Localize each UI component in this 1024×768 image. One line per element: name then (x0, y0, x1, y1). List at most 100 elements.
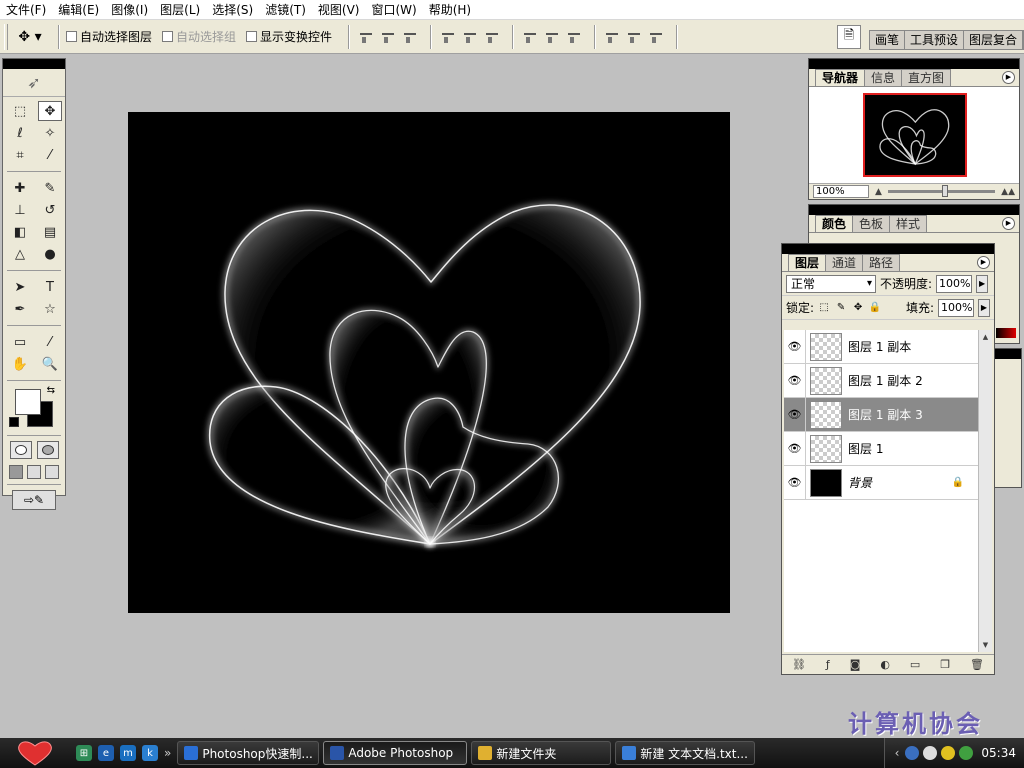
align-hcenter-icon[interactable] (460, 28, 478, 46)
eraser-tool-icon[interactable]: ◧ (8, 222, 32, 242)
tab-color[interactable]: 颜色 (815, 215, 854, 232)
swap-colors-icon[interactable]: ⇆ (47, 385, 55, 396)
layers-scrollbar[interactable]: ▲ ▼ (978, 330, 992, 652)
palette-menu-icon[interactable]: ▶ (1002, 217, 1015, 230)
shape-tool-icon[interactable]: ☆ (38, 299, 62, 319)
full-screen-menu-icon[interactable] (27, 465, 41, 479)
network-icon[interactable] (905, 746, 920, 760)
navigator-zoom-field[interactable]: 100% (813, 185, 869, 198)
gradient-tool-icon[interactable]: ▤ (38, 222, 62, 242)
lock-position-icon[interactable]: ✥ (852, 302, 864, 314)
eye-icon[interactable]: 👁 (784, 465, 806, 500)
tab-info[interactable]: 信息 (864, 69, 903, 86)
tab-styles[interactable]: 样式 (889, 215, 928, 232)
align-top-icon[interactable] (356, 28, 374, 46)
full-screen-icon[interactable] (45, 465, 59, 479)
align-vcenter-icon[interactable] (378, 28, 396, 46)
new-group-icon[interactable]: ▭ (910, 658, 920, 671)
align-bottom-icon[interactable] (400, 28, 418, 46)
palette-well-tab-brushes[interactable]: 画笔 (870, 31, 905, 49)
marquee-tool-icon[interactable]: ⬚ (8, 101, 32, 121)
distribute-top-icon[interactable] (520, 28, 538, 46)
eye-icon[interactable]: 👁 (784, 329, 806, 364)
layer-row[interactable]: 👁 图层 1 副本 2 (784, 363, 980, 398)
standard-mode-icon[interactable] (9, 441, 32, 459)
zoom-in-icon[interactable]: ▲▲ (1001, 187, 1015, 197)
distribute-hcenter-icon[interactable] (624, 28, 642, 46)
menu-layer[interactable]: 图层(L) (154, 0, 206, 20)
palette-menu-icon[interactable]: ▶ (1002, 71, 1015, 84)
lock-pixels-icon[interactable]: ✎ (835, 302, 847, 314)
layer-style-icon[interactable]: ƒ (826, 658, 830, 671)
distribute-right-icon[interactable] (646, 28, 664, 46)
zoom-out-icon[interactable]: ▲ (875, 187, 882, 197)
menu-window[interactable]: 窗口(W) (365, 0, 422, 20)
lasso-tool-icon[interactable]: ℓ (8, 123, 32, 143)
layers-title-bar[interactable] (782, 244, 994, 254)
menu-edit[interactable]: 编辑(E) (52, 0, 105, 20)
history-title-bar[interactable] (991, 349, 1021, 359)
lock-transparency-icon[interactable]: ⬚ (818, 302, 830, 314)
task-button-text-document[interactable]: 新建 文本文档.txt... (615, 741, 756, 765)
type-tool-icon[interactable]: T (38, 277, 62, 297)
eye-icon[interactable]: 👁 (784, 363, 806, 398)
standard-screen-icon[interactable] (9, 465, 23, 479)
shield-icon[interactable] (959, 746, 974, 760)
eye-icon[interactable]: 👁 (784, 397, 806, 432)
color-ramp[interactable] (996, 328, 1016, 338)
distribute-left-icon[interactable] (602, 28, 620, 46)
zoom-tool-icon[interactable]: 🔍 (38, 354, 62, 374)
more-icon[interactable]: » (164, 746, 171, 760)
add-mask-icon[interactable]: ◙ (850, 658, 861, 671)
palette-well-tab-presets[interactable]: 工具预设 (905, 31, 964, 49)
fill-field[interactable]: 100% (938, 298, 974, 317)
layer-row[interactable]: 👁 图层 1 副本 (784, 329, 980, 364)
tab-swatches[interactable]: 色板 (852, 215, 891, 232)
tab-channels[interactable]: 通道 (825, 254, 864, 271)
fill-arrow-icon[interactable]: ▶ (978, 298, 990, 317)
opacity-arrow-icon[interactable]: ▶ (976, 274, 989, 293)
menu-file[interactable]: 文件(F) (0, 0, 52, 20)
tray-expand-icon[interactable]: ‹ (895, 746, 900, 760)
layer-row-selected[interactable]: 👁 图层 1 副本 3 (784, 397, 980, 432)
layer-row-background[interactable]: 👁 背景 🔒 (784, 465, 980, 500)
toolbox-title-bar[interactable] (3, 59, 65, 69)
default-colors-icon[interactable] (9, 417, 19, 427)
auto-select-layer-checkbox[interactable]: 自动选择图层 (66, 28, 152, 45)
distribute-bottom-icon[interactable] (564, 28, 582, 46)
menu-help[interactable]: 帮助(H) (423, 0, 477, 20)
notes-tool-icon[interactable]: ▭ (8, 332, 32, 352)
volume-icon[interactable] (923, 746, 938, 760)
move-tool-icon[interactable]: ✥ ▾ (8, 24, 52, 50)
lock-all-icon[interactable]: 🔒 (869, 302, 881, 314)
tab-paths[interactable]: 路径 (862, 254, 901, 271)
move-tool-icon[interactable]: ✥ (38, 101, 62, 121)
palette-well-tab-comps[interactable]: 图层复合 (964, 31, 1023, 49)
blur-tool-icon[interactable]: △ (8, 244, 32, 264)
slider-knob[interactable] (941, 185, 948, 197)
jump-to-imageready-icon[interactable]: ⇨✎ (12, 490, 56, 510)
menu-view[interactable]: 视图(V) (312, 0, 366, 20)
magic-wand-icon[interactable]: ✧ (38, 123, 62, 143)
adjustment-layer-icon[interactable]: ◐ (880, 658, 890, 671)
task-button-adobe-photoshop[interactable]: Adobe Photoshop (323, 741, 468, 765)
crop-tool-icon[interactable]: ⌗ (8, 145, 32, 165)
brush-tool-icon[interactable]: ✎ (38, 178, 62, 198)
m-icon[interactable]: m (120, 745, 136, 761)
file-browser-icon[interactable]: 🗎 (836, 25, 861, 49)
layer-row[interactable]: 👁 图层 1 (784, 431, 980, 466)
trash-icon[interactable]: 🗑 (970, 658, 984, 671)
healing-brush-icon[interactable]: ✚ (8, 178, 32, 198)
path-select-icon[interactable]: ➤ (8, 277, 32, 297)
stamp-tool-icon[interactable]: ⊥ (8, 200, 32, 220)
ie-icon[interactable]: e (98, 745, 114, 761)
pen-tool-icon[interactable]: ✒ (8, 299, 32, 319)
eyedropper-icon[interactable]: ⁄ (38, 332, 62, 352)
opacity-field[interactable]: 100% (936, 274, 973, 293)
security-icon[interactable] (941, 746, 956, 760)
slice-tool-icon[interactable]: ⁄ (38, 145, 62, 165)
menu-image[interactable]: 图像(I) (105, 0, 154, 20)
blend-mode-select[interactable]: 正常 (786, 274, 876, 293)
navigator-view-box[interactable] (863, 93, 967, 177)
k-icon[interactable]: k (142, 745, 158, 761)
